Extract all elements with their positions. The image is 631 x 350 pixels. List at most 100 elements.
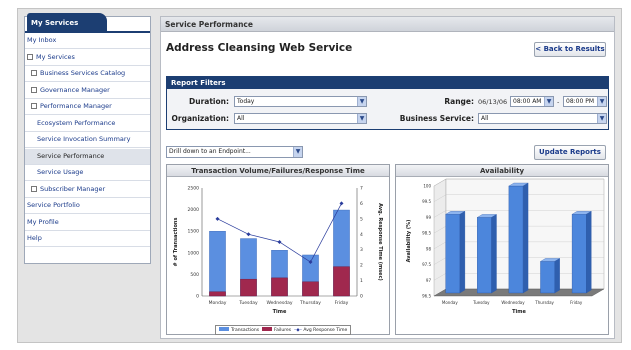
expand-box-icon[interactable] (31, 86, 37, 93)
transaction-chart: 0 500 1000 1500 2000 2500 0 1 2 3 4 5 6 7 Monday Tuesda… (173, 186, 383, 316)
sidebar-item-governance-manager[interactable]: Governance Manager (25, 83, 150, 99)
failures-bar (333, 266, 350, 297)
chevron-down-icon[interactable]: ▼ (544, 97, 553, 106)
availability-bar (540, 261, 555, 294)
expand-box-icon[interactable] (31, 185, 37, 192)
sidebar-item-label: Service Performance (37, 151, 105, 160)
x-axis-title: Time (512, 309, 526, 315)
response-time-point (277, 240, 282, 244)
sidebar-item-help[interactable]: Help (25, 231, 150, 247)
endpoint-drilldown-value: Drill down to an Endpoint... (169, 148, 251, 155)
chevron-down-icon[interactable]: ▼ (597, 114, 606, 123)
sidebar-item-my-inbox[interactable]: My Inbox (25, 33, 150, 49)
availability-bar-side (586, 211, 592, 294)
sidebar-item-business-services-catalog[interactable]: Business Services Catalog (25, 66, 150, 82)
sidebar-item-ecosystem-performance[interactable]: Ecosystem Performance (25, 116, 150, 132)
range-date: 06/13/06 (478, 98, 508, 106)
y-tick-label: 99.5 (422, 199, 431, 204)
organization-label: Organization: (171, 114, 230, 123)
sidebar-item-label: Help (27, 234, 42, 242)
y-tick-label: 100 (423, 184, 431, 189)
y-tick-label: 500 (190, 272, 199, 278)
tab-my-services[interactable]: My Services (27, 13, 107, 32)
expand-box-icon[interactable] (27, 53, 33, 60)
sidebar-item-service-invocation-summary[interactable]: Service Invocation Summary (25, 132, 150, 148)
sidebar-item-my-services[interactable]: My Services (25, 50, 150, 66)
range-to-select[interactable]: 08:00 PM ▼ (563, 96, 607, 107)
report-filters-title: Report Filters (167, 77, 608, 89)
x-axis-title: Time (273, 309, 287, 315)
duration-label: Duration: (189, 97, 229, 106)
response-time-point (339, 201, 344, 206)
sidebar-item-label: My Inbox (27, 36, 57, 44)
legend-label-response-time: Avg Response Time (303, 328, 348, 333)
business-service-select[interactable]: All ▼ (478, 113, 607, 124)
transactions-bar (209, 231, 226, 297)
y2-tick-label: 5 (360, 216, 363, 222)
availability-chart-title: Availability (396, 165, 608, 177)
range-from-value: 08:00 AM (513, 98, 542, 105)
chevron-down-icon[interactable]: ▼ (357, 97, 366, 106)
y2-tick-label: 3 (360, 247, 363, 253)
sidebar-item-service-usage[interactable]: Service Usage (25, 165, 150, 181)
y-tick-label: 0 (196, 294, 199, 300)
availability-bar (477, 217, 492, 294)
main-panel: Service Performance Address Cleansing We… (160, 16, 615, 339)
sidebar-item-label: Service Portfolio (27, 201, 80, 209)
update-reports-button[interactable]: Update Reports (534, 145, 606, 160)
section-header: Service Performance (161, 17, 614, 32)
availability-chart: 96.5 97 97.5 98 98.5 99 99.5 100 Monday Tuesday We… (406, 178, 605, 315)
sidebar-item-label: Service Usage (37, 168, 84, 176)
availability-bar-side (554, 258, 560, 294)
response-time-point (246, 232, 251, 237)
y2-tick-label: 7 (360, 186, 363, 192)
sidebar-item-subscriber-manager[interactable]: Subscriber Manager (25, 182, 150, 198)
sidebar: My Services My Inbox My Services Business … (24, 13, 151, 264)
expand-box-icon[interactable] (31, 103, 37, 109)
chevron-down-icon[interactable]: ▼ (293, 147, 302, 157)
transaction-chart-legend: Transactions Failures –◆– Avg Response T… (215, 325, 352, 335)
y2-tick-label: 6 (360, 201, 363, 207)
y-tick-label: 2500 (188, 186, 200, 192)
chevron-down-icon[interactable]: ▼ (357, 114, 366, 123)
legend-swatch-response-time: –◆– (294, 328, 302, 333)
availability-bar-side (459, 211, 466, 294)
duration-value: Today (237, 98, 255, 105)
transaction-chart-panel: Transaction Volume/Failures/Response Tim… (166, 164, 390, 335)
organization-select[interactable]: All ▼ (234, 113, 367, 124)
chevron-down-icon[interactable]: ▼ (597, 97, 606, 106)
y-tick-label: 1500 (188, 229, 200, 235)
y-axis-title: # of Transactions (173, 218, 179, 267)
y2-tick-label: 2 (360, 263, 363, 269)
y-tick-label: 1000 (188, 250, 200, 256)
endpoint-drilldown-select[interactable]: Drill down to an Endpoint... ▼ (166, 146, 303, 158)
failures-bar (271, 277, 288, 297)
duration-select[interactable]: Today ▼ (234, 96, 367, 107)
sidebar-item-performance-manager[interactable]: Performance Manager (25, 99, 150, 115)
back-to-results-button[interactable]: < Back to Results (534, 42, 606, 57)
sidebar-item-service-performance[interactable]: Service Performance (25, 148, 150, 165)
y2-axis-title: Avg. Response Time (msec) (377, 203, 383, 281)
expand-box-icon[interactable] (31, 70, 37, 76)
range-separator: - (557, 98, 560, 106)
wall-side (433, 178, 447, 297)
app-window: My Services My Inbox My Services Business … (17, 8, 622, 343)
range-label: Range: (444, 97, 474, 106)
business-service-value: All (481, 115, 489, 122)
y-tick-label: 98.5 (422, 231, 431, 236)
report-filters-panel: Report Filters Duration: Today ▼ Organiza… (166, 76, 609, 130)
x-tick-label: Wednesday (501, 300, 525, 305)
x-tick-label: Monday (209, 300, 227, 306)
range-from-select[interactable]: 08:00 AM ▼ (510, 96, 554, 107)
sidebar-item-my-profile[interactable]: My Profile (25, 215, 150, 231)
sidebar-item-service-portfolio[interactable]: Service Portfolio (25, 198, 150, 214)
availability-bar (571, 214, 587, 294)
sidebar-item-label: Performance Manager (40, 102, 112, 110)
x-tick-label: Friday (570, 300, 583, 305)
y-tick-label: 97.5 (422, 262, 431, 267)
sidebar-item-label: Service Invocation Summary (37, 135, 131, 143)
failures-bar (302, 281, 319, 297)
y-tick-label: 99 (426, 215, 432, 220)
availability-bar (445, 214, 461, 294)
failures-bar (240, 278, 257, 297)
